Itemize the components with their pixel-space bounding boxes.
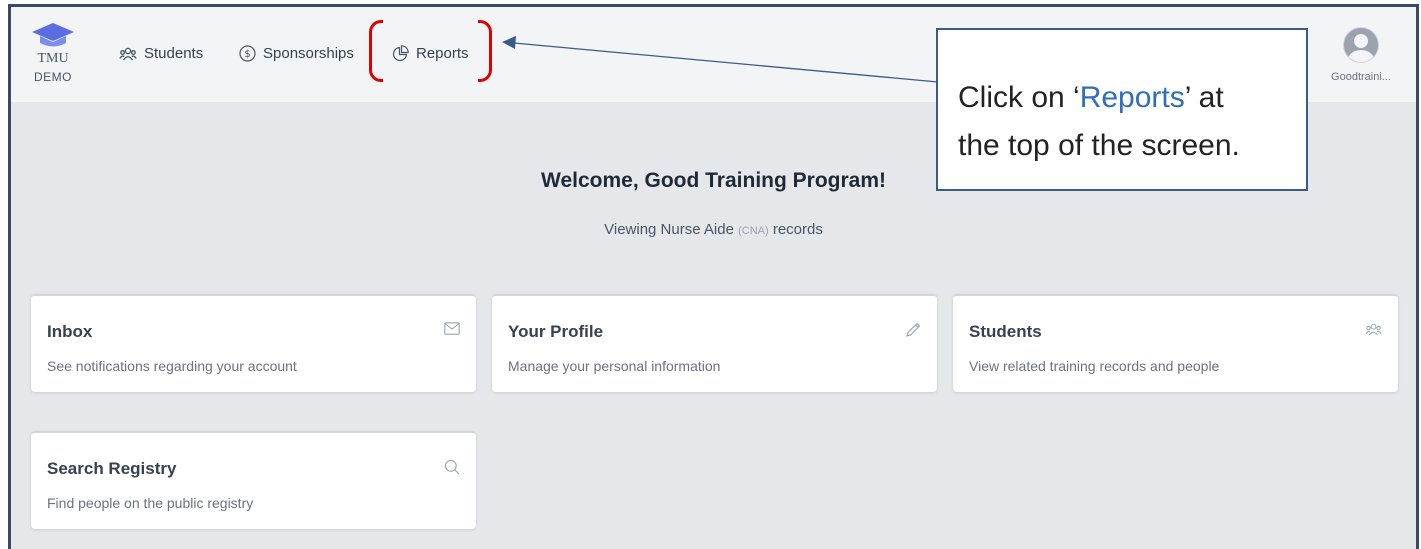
instruction-callout: Click on ‘Reports’ at the top of the scr… [936,28,1308,191]
callout-highlight: Reports [1079,81,1185,114]
callout-post: ’ at [1184,81,1224,114]
callout-text: Click on ‘Reports’ at the top of the scr… [958,74,1240,170]
callout-pre: Click on ‘ [958,81,1080,114]
callout-line2: the top of the screen. [958,129,1240,162]
